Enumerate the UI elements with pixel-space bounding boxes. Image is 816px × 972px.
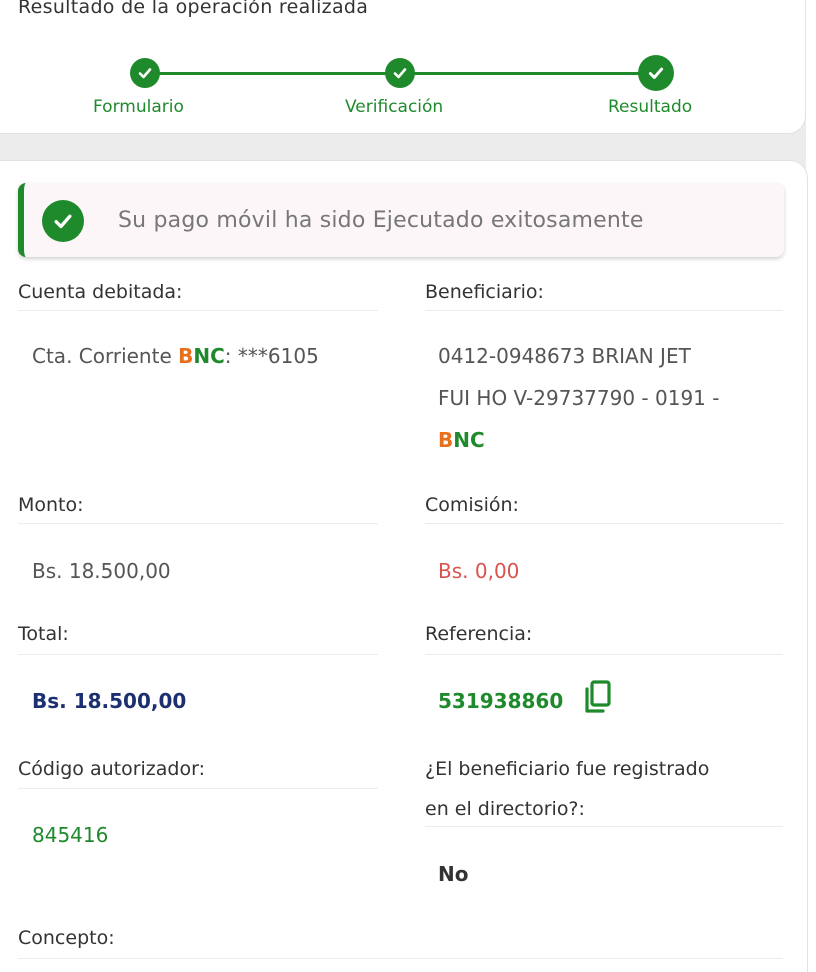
- step-resultado-check-icon: [638, 55, 674, 91]
- success-alert: Su pago móvil ha sido Ejecutado exitosam…: [18, 183, 784, 257]
- bnc-logo-nc: NC: [453, 428, 485, 452]
- divider: [425, 826, 783, 827]
- result-card: Su pago móvil ha sido Ejecutado exitosam…: [0, 160, 808, 972]
- registrado-label-line1: ¿El beneficiario fue registrado: [425, 758, 710, 780]
- divider: [425, 654, 783, 655]
- divider: [18, 523, 378, 524]
- divider: [18, 958, 783, 959]
- stepper-card: Resultado de la operación realizada Form…: [0, 0, 806, 134]
- total-value: Bs. 18.500,00: [32, 689, 187, 713]
- divider: [18, 654, 378, 655]
- check-circle-icon: [42, 200, 84, 242]
- divider: [18, 310, 378, 311]
- beneficiario-bank: BNC: [438, 428, 485, 452]
- step-label-resultado: Resultado: [608, 97, 693, 117]
- registrado-value: No: [438, 862, 469, 886]
- page-title: Resultado de la operación realizada: [18, 0, 369, 18]
- bnc-logo-b: B: [178, 344, 194, 368]
- copy-icon[interactable]: [583, 679, 613, 719]
- beneficiario-line2: FUI HO V-29737790 - 0191 -: [438, 386, 720, 410]
- divider: [18, 788, 378, 789]
- beneficiario-label: Beneficiario:: [425, 281, 544, 303]
- step-label-formulario: Formulario: [93, 97, 184, 117]
- concepto-label: Concepto:: [18, 927, 115, 949]
- step-formulario-check-icon: [130, 58, 160, 88]
- divider: [425, 310, 783, 311]
- step-label-verificacion: Verificación: [345, 97, 444, 117]
- codigo-autorizador-value: 845416: [32, 823, 109, 847]
- registrado-label-line2: en el directorio?:: [425, 798, 585, 820]
- bnc-logo-nc: NC: [193, 344, 225, 368]
- bnc-logo-b: B: [438, 428, 454, 452]
- step-verificacion-check-icon: [385, 58, 415, 88]
- total-label: Total:: [18, 623, 69, 645]
- cuenta-debitada-label: Cuenta debitada:: [18, 281, 183, 303]
- monto-value: Bs. 18.500,00: [32, 559, 171, 583]
- codigo-autorizador-label: Código autorizador:: [18, 758, 205, 780]
- comision-value: Bs. 0,00: [438, 559, 520, 583]
- account-number: : ***6105: [224, 344, 319, 368]
- account-type: Cta. Corriente: [32, 344, 179, 368]
- referencia-label: Referencia:: [425, 623, 533, 645]
- cuenta-debitada-value: Cta. Corriente BNC: ***6105: [32, 344, 319, 368]
- divider: [425, 523, 783, 524]
- success-message: Su pago móvil ha sido Ejecutado exitosam…: [118, 208, 644, 233]
- monto-label: Monto:: [18, 494, 84, 516]
- referencia-value: 531938860: [438, 689, 564, 713]
- comision-label: Comisión:: [425, 494, 519, 516]
- beneficiario-line1: 0412-0948673 BRIAN JET: [438, 344, 691, 368]
